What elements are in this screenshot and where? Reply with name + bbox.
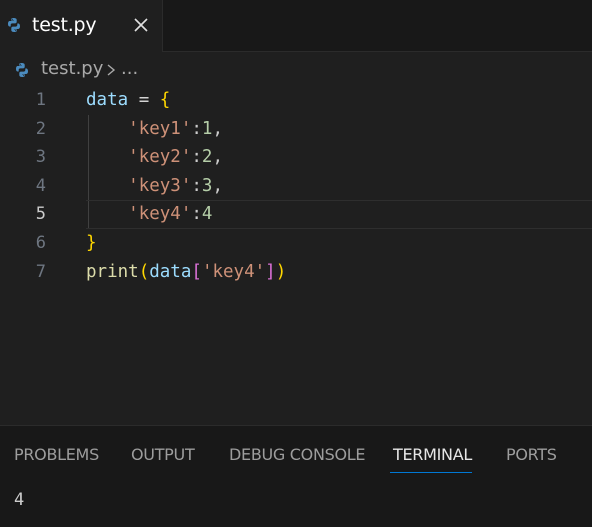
tab-debug-console[interactable]: DEBUG CONSOLE [229,445,366,464]
breadcrumb-file[interactable]: test.py [41,58,103,79]
code-text: 'key3':3, [86,172,223,201]
token-paren: ( [138,261,150,282]
active-tab-indicator [390,472,472,473]
token-number: 1 [201,118,213,139]
token-string: 'key4' [128,204,192,225]
token-number: 4 [201,204,213,225]
tab-problems[interactable]: PROBLEMS [14,445,99,464]
token-string: 'key1' [128,118,192,139]
line-number: 6 [35,233,46,253]
tab-ports[interactable]: PORTS [506,445,557,464]
token-comma: , [212,147,224,168]
token-bracket: [ [191,261,202,282]
editor-tab-bar: test.py [0,0,592,52]
code-line: 2 'key1':1, [0,115,592,144]
code-line: 3 'key2':2, [0,143,592,172]
code-text: 'key2':2, [86,143,223,172]
code-editor[interactable]: 1 data = { 2 'key1':1, 3 'key2':2, 4 'ke… [0,86,592,426]
token-string: 'key2' [128,147,192,168]
token-number: 2 [201,147,213,168]
python-icon [6,17,22,33]
line-number: 5 [35,204,46,225]
token-variable: data [86,90,129,110]
chevron-right-icon [104,61,118,79]
token-colon: : [191,204,202,225]
breadcrumb-more[interactable]: ... [121,58,138,79]
code-line: 6 } [0,229,592,258]
code-line: 1 data = { [0,86,592,115]
line-number: 7 [35,261,46,282]
terminal-output[interactable]: 4 [14,490,24,510]
token-brace: } [86,233,97,253]
token-paren: ) [275,261,287,282]
code-line: 7 print(data['key4']) [0,258,592,287]
token-colon: : [191,175,202,196]
line-number: 2 [35,118,46,139]
token-brace: { [159,90,171,110]
token-operator: = [128,90,160,110]
line-number: 3 [35,147,46,168]
bottom-panel: PROBLEMS OUTPUT DEBUG CONSOLE TERMINAL P… [0,425,592,527]
tab-title: test.py [32,14,97,36]
code-text: data = { [86,86,170,115]
code-line: 4 'key3':3, [0,172,592,201]
token-comma: , [212,175,224,196]
token-colon: : [191,147,202,168]
code-text: print(data['key4']) [86,258,286,287]
token-number: 3 [201,175,213,196]
tab-terminal[interactable]: TERMINAL [393,445,472,464]
code-text: 'key1':1, [86,115,223,144]
token-string: 'key4' [201,261,266,282]
code-text: } [86,229,97,258]
token-comma: , [212,118,224,139]
close-icon[interactable] [131,15,151,35]
breadcrumb: test.py ... [0,56,592,84]
line-number: 1 [35,90,46,110]
python-icon [14,62,30,78]
token-function: print [86,261,139,282]
token-bracket: ] [265,261,276,282]
token-string: 'key3' [128,175,192,196]
token-variable: data [149,261,192,282]
tab-test-py[interactable]: test.py [0,0,163,52]
line-number: 4 [35,175,46,196]
token-colon: : [191,118,202,139]
code-text: 'key4':4 [86,200,212,229]
tab-output[interactable]: OUTPUT [131,445,195,464]
code-line-current: 5 'key4':4 [0,200,592,229]
